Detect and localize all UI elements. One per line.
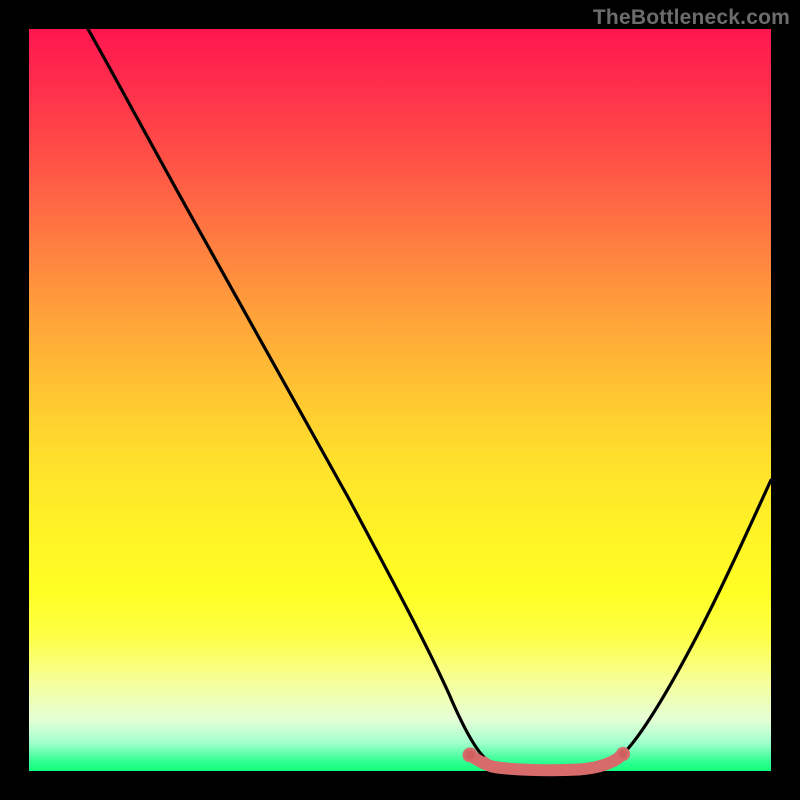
watermark-text: TheBottleneck.com bbox=[593, 6, 790, 30]
bottleneck-curve bbox=[88, 29, 771, 770]
plot-svg bbox=[29, 29, 771, 771]
plot-area bbox=[29, 29, 771, 771]
highlight-segment bbox=[463, 747, 631, 770]
chart-frame: TheBottleneck.com bbox=[0, 0, 800, 800]
